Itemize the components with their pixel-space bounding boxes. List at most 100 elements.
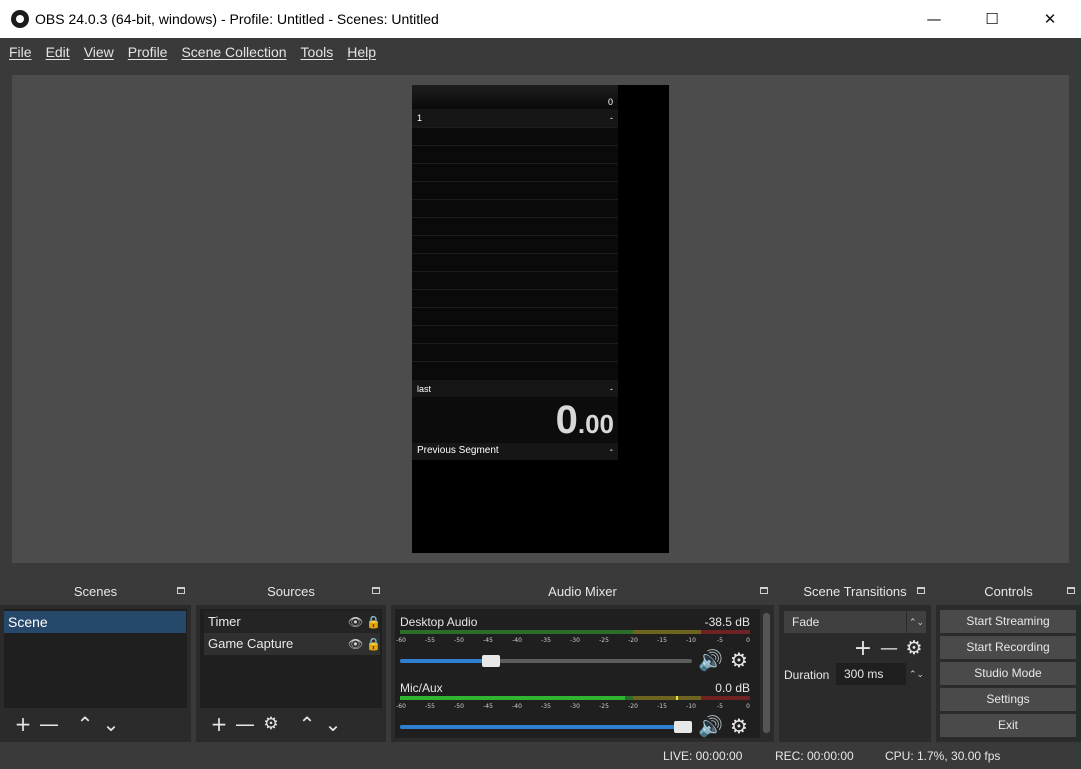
- window-title: OBS 24.0.3 (64-bit, windows) - Profile: …: [35, 11, 439, 27]
- menu-tools[interactable]: Tools: [294, 44, 341, 60]
- timer-decimal: .00: [577, 409, 614, 439]
- close-button[interactable]: ✕: [1021, 0, 1079, 38]
- float-dock-icon[interactable]: [760, 587, 768, 594]
- transition-properties-gear-icon[interactable]: ⚙: [901, 636, 927, 660]
- last-split-time: -: [610, 384, 613, 394]
- scenes-dock-title: Scenes: [0, 579, 191, 605]
- add-transition-button[interactable]: +: [850, 636, 876, 661]
- menu-help[interactable]: Help: [340, 44, 383, 60]
- split-divider: [412, 307, 618, 308]
- volume-slider[interactable]: [400, 655, 692, 667]
- studio-mode-button[interactable]: Studio Mode: [940, 662, 1076, 685]
- remove-source-button[interactable]: —: [232, 712, 258, 736]
- audio-mixer-scrollbar[interactable]: [763, 613, 770, 733]
- volume-slider-fill: [400, 659, 488, 663]
- source-item-label: Game Capture: [208, 636, 294, 651]
- preview-area[interactable]: 0 1 - last - 0.00 Previous Segment -: [12, 75, 1069, 563]
- transition-select[interactable]: Fade ⌃⌄: [784, 611, 926, 633]
- meter-tick: -10: [686, 703, 696, 710]
- float-dock-icon[interactable]: [372, 587, 380, 594]
- live-status: LIVE: 00:00:00: [663, 749, 743, 763]
- visibility-eye-icon[interactable]: 👁: [348, 611, 363, 633]
- menu-bar: File Edit View Profile Scene Collection …: [0, 38, 1081, 66]
- move-source-up-button[interactable]: ⌃: [294, 712, 320, 736]
- split-divider: [412, 199, 618, 200]
- preview-canvas[interactable]: 0 1 - last - 0.00 Previous Segment -: [412, 85, 669, 553]
- scene-transitions-dock-title: Scene Transitions: [779, 579, 931, 605]
- meter-tick: -30: [570, 637, 580, 644]
- volume-meter: [400, 696, 750, 700]
- cpu-status: CPU: 1.7%, 30.00 fps: [885, 749, 1001, 763]
- meter-tick: -60: [396, 637, 406, 644]
- remove-transition-button[interactable]: —: [876, 636, 902, 660]
- meter-tick: -10: [686, 637, 696, 644]
- gear-icon[interactable]: ⚙: [730, 716, 748, 736]
- start-recording-button[interactable]: Start Recording: [940, 636, 1076, 659]
- split-divider: [412, 289, 618, 290]
- maximize-button[interactable]: ☐: [963, 0, 1021, 38]
- split-row-highlight: [412, 109, 618, 127]
- menu-view[interactable]: View: [77, 44, 121, 60]
- split-divider: [412, 235, 618, 236]
- remove-scene-button[interactable]: —: [36, 712, 62, 736]
- move-scene-down-button[interactable]: ⌄: [98, 712, 124, 736]
- settings-button[interactable]: Settings: [940, 688, 1076, 711]
- duration-spinbox[interactable]: 300 ms ⌃⌄: [836, 663, 926, 685]
- controls-dock-title: Controls: [936, 579, 1081, 605]
- minimize-button[interactable]: —: [905, 0, 963, 38]
- float-dock-icon[interactable]: [1067, 587, 1075, 594]
- volume-slider[interactable]: [400, 721, 692, 733]
- menu-edit[interactable]: Edit: [39, 44, 77, 60]
- meter-tick: -50: [454, 637, 464, 644]
- add-source-button[interactable]: +: [206, 712, 232, 736]
- spin-arrows-icon[interactable]: ⌃⌄: [906, 663, 926, 685]
- menu-file[interactable]: File: [2, 44, 39, 60]
- obs-window: OBS 24.0.3 (64-bit, windows) - Profile: …: [0, 0, 1081, 769]
- meter-tick: -35: [541, 637, 551, 644]
- channel-db: 0.0 dB: [715, 681, 750, 695]
- move-scene-up-button[interactable]: ⌃: [72, 712, 98, 736]
- split-divider: [412, 361, 618, 362]
- previous-segment-label: Previous Segment: [417, 445, 499, 456]
- volume-slider-handle[interactable]: [482, 655, 500, 667]
- start-streaming-button[interactable]: Start Streaming: [940, 610, 1076, 633]
- menu-scene-collection[interactable]: Scene Collection: [174, 44, 293, 60]
- source-item[interactable]: Game Capture 👁 🔒: [204, 633, 381, 655]
- source-properties-gear-icon[interactable]: ⚙: [258, 712, 284, 736]
- splits-header: [412, 85, 618, 109]
- scene-item-selected[interactable]: Scene: [4, 611, 186, 633]
- meter-tick: -50: [454, 703, 464, 710]
- split-divider: [412, 343, 618, 344]
- split-divider: [412, 217, 618, 218]
- move-source-down-button[interactable]: ⌄: [320, 712, 346, 736]
- volume-slider-fill: [400, 725, 692, 729]
- gear-icon[interactable]: ⚙: [730, 650, 748, 670]
- visibility-eye-icon[interactable]: 👁: [348, 633, 363, 655]
- meter-tick: -20: [628, 703, 638, 710]
- split-divider: [412, 163, 618, 164]
- volume-meter: [400, 630, 750, 634]
- split-divider: [412, 325, 618, 326]
- meter-tick: 0: [746, 703, 750, 710]
- channel-db: -38.5 dB: [704, 615, 750, 629]
- exit-button[interactable]: Exit: [940, 714, 1076, 737]
- duration-label: Duration: [784, 668, 830, 682]
- meter-scale: -60 -55 -50 -45 -40 -35 -30 -25 -20 -15 …: [396, 637, 750, 647]
- sources-dock-title: Sources: [196, 579, 386, 605]
- source-item[interactable]: Timer 👁 🔒: [204, 611, 381, 633]
- speaker-icon[interactable]: 🔊: [698, 716, 723, 736]
- meter-tick: -20: [628, 637, 638, 644]
- lock-icon[interactable]: 🔒: [366, 611, 381, 633]
- float-dock-icon[interactable]: [917, 587, 925, 594]
- rec-status: REC: 00:00:00: [775, 749, 854, 763]
- split-divider: [412, 145, 618, 146]
- meter-tick: -55: [425, 703, 435, 710]
- volume-slider-handle[interactable]: [674, 721, 692, 733]
- menu-profile[interactable]: Profile: [121, 44, 175, 60]
- lock-icon[interactable]: 🔒: [366, 633, 381, 655]
- title-bar: OBS 24.0.3 (64-bit, windows) - Profile: …: [0, 0, 1081, 38]
- speaker-icon[interactable]: 🔊: [698, 650, 723, 670]
- add-scene-button[interactable]: +: [10, 712, 36, 736]
- float-dock-icon[interactable]: [177, 587, 185, 594]
- timer-main: 0: [555, 398, 578, 442]
